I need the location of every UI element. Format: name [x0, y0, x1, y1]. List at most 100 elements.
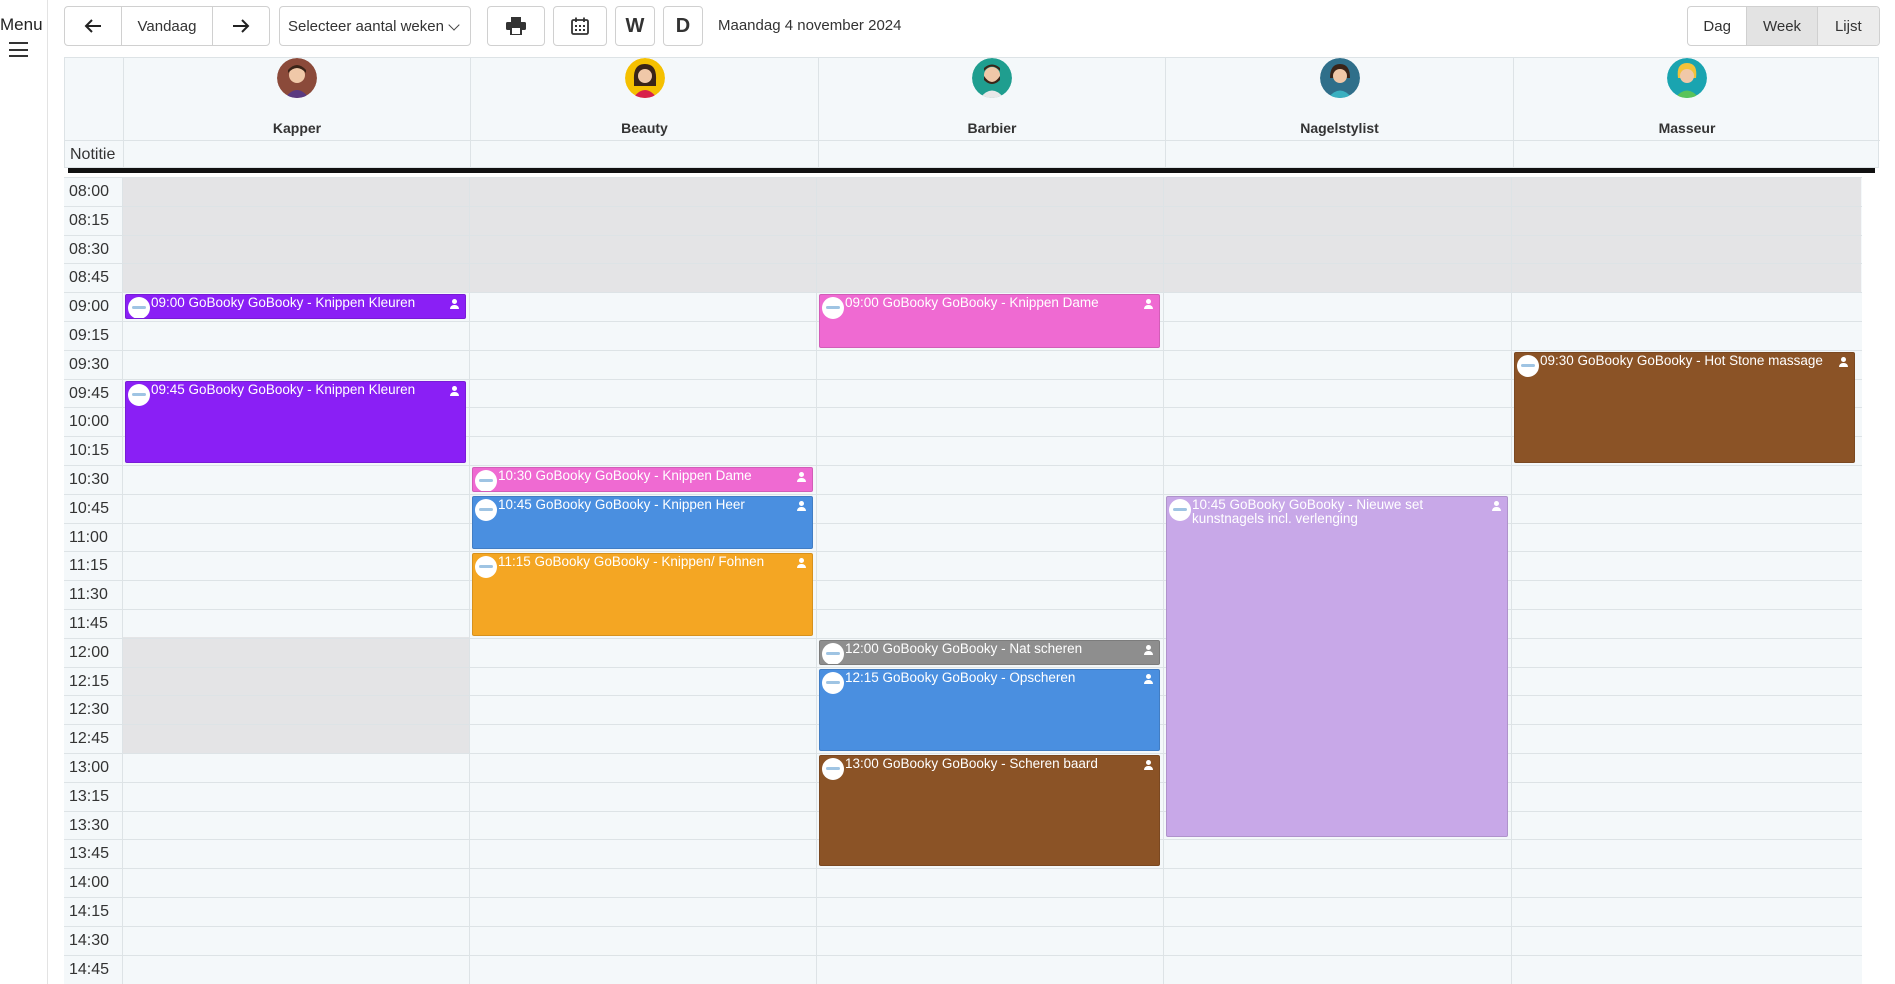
time-row[interactable]: 08:45 — [64, 263, 1862, 292]
gobooky-logo-icon — [822, 758, 844, 780]
calendar-button[interactable] — [553, 6, 607, 46]
notitie-cell[interactable] — [818, 141, 1165, 169]
time-row[interactable]: 14:15 — [64, 897, 1862, 926]
column-header-masseur: Masseur — [1513, 58, 1860, 140]
time-label: 11:30 — [69, 586, 108, 604]
appointment[interactable]: 09:30 GoBooky GoBooky - Hot Stone massag… — [1514, 351, 1855, 463]
view-list-button[interactable]: Lijst — [1817, 7, 1879, 45]
time-label: 12:00 — [69, 643, 110, 661]
column-header-nagelstylist: Nagelstylist — [1165, 58, 1513, 140]
person-icon — [1839, 356, 1848, 367]
printer-icon — [506, 17, 526, 35]
appointment-title: 10:45 GoBooky GoBooky - Nieuwe set kunst… — [1192, 496, 1424, 526]
time-label: 13:30 — [69, 816, 110, 834]
person-icon — [797, 472, 806, 482]
person-icon — [797, 558, 806, 569]
time-row[interactable]: 08:00 — [64, 177, 1862, 206]
time-label: 12:15 — [69, 672, 110, 690]
view-day-button[interactable]: Dag — [1688, 7, 1748, 45]
gobooky-logo-icon — [475, 498, 497, 521]
column-header-beauty: Beauty — [470, 58, 818, 140]
person-icon — [450, 299, 459, 310]
appointment-title: 09:00 GoBooky GoBooky - Knippen Kleuren — [151, 295, 416, 311]
time-label: 13:15 — [69, 787, 110, 805]
appointment-title: 09:30 GoBooky GoBooky - Hot Stone massag… — [1540, 352, 1823, 368]
time-row[interactable]: 14:00 — [64, 868, 1862, 897]
time-row[interactable]: 14:45 — [64, 954, 1862, 984]
appointment-title: 10:30 GoBooky GoBooky - Knippen Dame — [498, 468, 752, 483]
avatar — [1667, 58, 1707, 98]
time-row[interactable]: 11:30 — [64, 580, 1862, 609]
time-label: 08:15 — [69, 211, 110, 229]
time-label: 08:45 — [69, 269, 110, 287]
view-week-button[interactable]: Week — [1747, 7, 1818, 45]
gobooky-logo-icon — [1517, 354, 1539, 377]
appointment[interactable]: 10:45 GoBooky GoBooky - Knippen Heer — [472, 495, 813, 550]
time-label: 13:45 — [69, 845, 110, 863]
avatar — [972, 58, 1012, 98]
column-header-barbier: Barbier — [818, 58, 1165, 140]
time-label: 10:45 — [69, 499, 110, 517]
person-icon — [1144, 760, 1153, 770]
calendar-icon — [571, 17, 589, 35]
appointment-title: 10:45 GoBooky GoBooky - Knippen Heer — [498, 496, 745, 512]
time-row[interactable]: 11:00 — [64, 522, 1862, 552]
appointment[interactable]: 09:00 GoBooky GoBooky - Knippen Dame — [819, 294, 1160, 348]
column-name: Masseur — [1658, 120, 1716, 136]
day-short-button[interactable]: D — [663, 6, 703, 46]
date-navigation: Vandaag — [64, 6, 270, 46]
avatar — [277, 58, 317, 98]
person-icon — [450, 385, 459, 396]
time-row[interactable]: 10:30 — [64, 465, 1862, 494]
gobooky-logo-icon — [822, 671, 844, 694]
avatar — [1319, 58, 1360, 98]
arrow-right-icon — [233, 19, 250, 33]
time-row[interactable]: 10:45 — [64, 493, 1862, 523]
appointment[interactable]: 12:00 GoBooky GoBooky - Nat scheren — [819, 639, 1160, 665]
time-row[interactable]: 11:45 — [64, 609, 1862, 638]
appointment[interactable]: 11:15 GoBooky GoBooky - Knippen/ Fohnen — [472, 553, 813, 636]
appointment[interactable]: 09:00 GoBooky GoBooky - Knippen Kleuren — [125, 294, 466, 319]
notitie-label: Notitie — [70, 146, 116, 163]
today-button[interactable]: Vandaag — [122, 7, 214, 45]
appointment[interactable]: 10:45 GoBooky GoBooky - Nieuwe set kunst… — [1166, 495, 1508, 838]
weeks-select-label: Selecteer aantal weken — [288, 17, 444, 35]
column-divider — [469, 177, 470, 984]
notitie-cell[interactable] — [123, 141, 470, 169]
appointment[interactable]: 13:00 GoBooky GoBooky - Scheren baard — [819, 755, 1160, 867]
menu-label[interactable]: Menu — [0, 15, 43, 35]
appointment-title: 09:00 GoBooky GoBooky - Knippen Dame — [845, 295, 1099, 311]
column-header-kapper: Kapper — [123, 58, 470, 140]
time-label: 09:30 — [69, 355, 110, 373]
previous-button[interactable] — [65, 7, 122, 45]
time-row[interactable]: 14:30 — [64, 925, 1862, 955]
gobooky-logo-icon — [128, 297, 150, 318]
time-label: 14:00 — [69, 874, 110, 892]
time-row[interactable]: 11:15 — [64, 551, 1862, 580]
notitie-cell[interactable] — [1165, 141, 1513, 169]
appointment[interactable]: 09:45 GoBooky GoBooky - Knippen Kleuren — [125, 380, 466, 463]
hamburger-icon[interactable] — [9, 42, 28, 57]
appointment[interactable]: 12:15 GoBooky GoBooky - Opscheren — [819, 668, 1160, 751]
time-label: 09:15 — [69, 327, 110, 344]
person-icon — [1144, 673, 1153, 684]
time-label: 11:00 — [69, 528, 108, 546]
notitie-cell[interactable] — [470, 141, 818, 169]
time-row[interactable]: 08:15 — [64, 205, 1862, 235]
gobooky-logo-icon — [128, 383, 150, 406]
week-short-button[interactable]: W — [615, 6, 655, 46]
person-icon — [1144, 644, 1153, 655]
appointment-title: 13:00 GoBooky GoBooky - Scheren baard — [845, 756, 1098, 771]
time-grid: 08:00 08:15 08:30 08:45 09:00 09:15 09:30 09:45… — [64, 177, 1862, 984]
weeks-select[interactable]: Selecteer aantal weken — [279, 6, 471, 46]
print-button[interactable] — [487, 6, 545, 46]
time-label: 08:30 — [69, 240, 110, 258]
notitie-cell[interactable] — [1513, 141, 1860, 169]
view-switcher: Dag Week Lijst — [1687, 6, 1880, 46]
time-label: 10:00 — [69, 413, 110, 431]
appointment[interactable]: 10:30 GoBooky GoBooky - Knippen Dame — [472, 467, 813, 492]
side-menu: Menu — [0, 0, 48, 984]
next-button[interactable] — [213, 7, 269, 45]
time-row[interactable]: 08:30 — [64, 234, 1862, 264]
appointment-title: 12:00 GoBooky GoBooky - Nat scheren — [845, 640, 1083, 656]
